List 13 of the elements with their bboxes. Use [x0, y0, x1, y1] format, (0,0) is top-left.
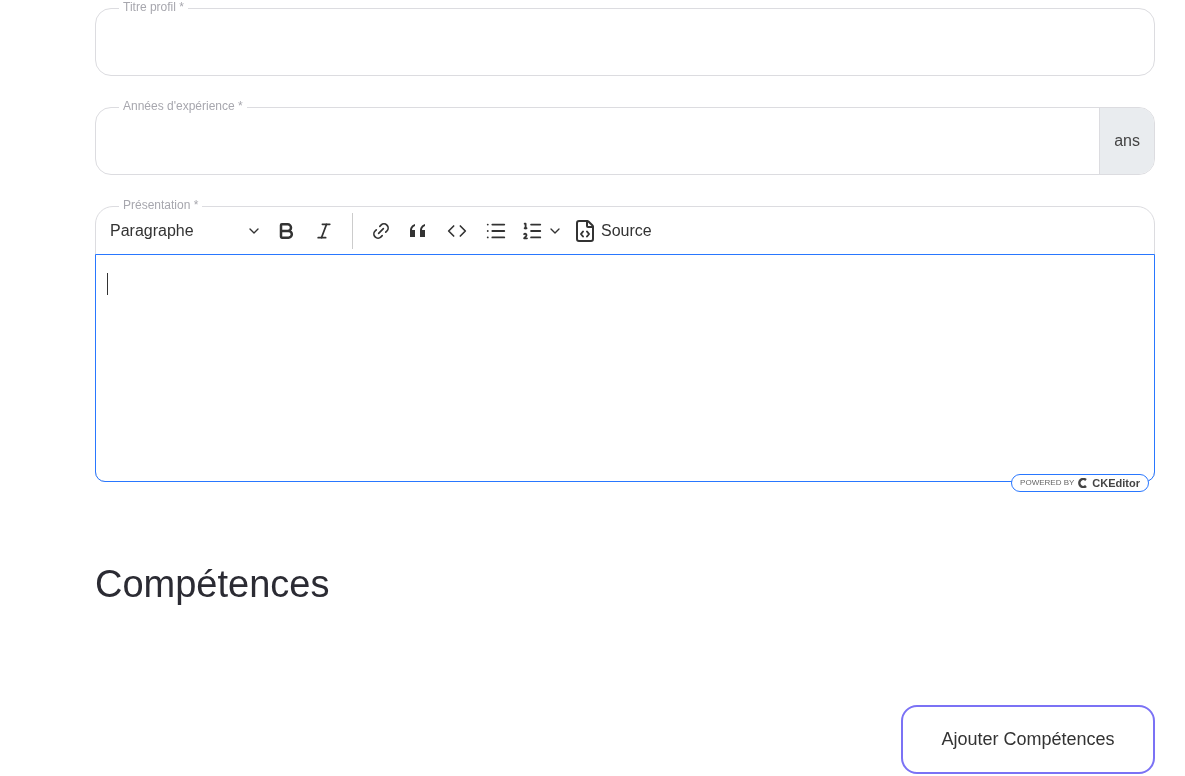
text-cursor — [107, 273, 108, 295]
section-title: Compétences — [95, 562, 331, 607]
italic-icon — [314, 220, 334, 241]
field-label: Titre profil * — [119, 0, 188, 14]
powered-by-badge[interactable]: POWERED BY CKEditor — [1011, 474, 1149, 492]
logo-icon — [1078, 478, 1089, 488]
heading-dropdown[interactable]: Paragraphe — [102, 212, 266, 249]
source-code-icon — [573, 218, 597, 243]
field-label: Présentation * — [119, 198, 203, 212]
source-button[interactable]: Source — [569, 212, 656, 249]
unit-addon: ans — [1099, 108, 1154, 174]
field-label: Années d'expérience * — [119, 99, 247, 113]
add-skills-button[interactable]: Ajouter Compétences — [901, 705, 1155, 774]
